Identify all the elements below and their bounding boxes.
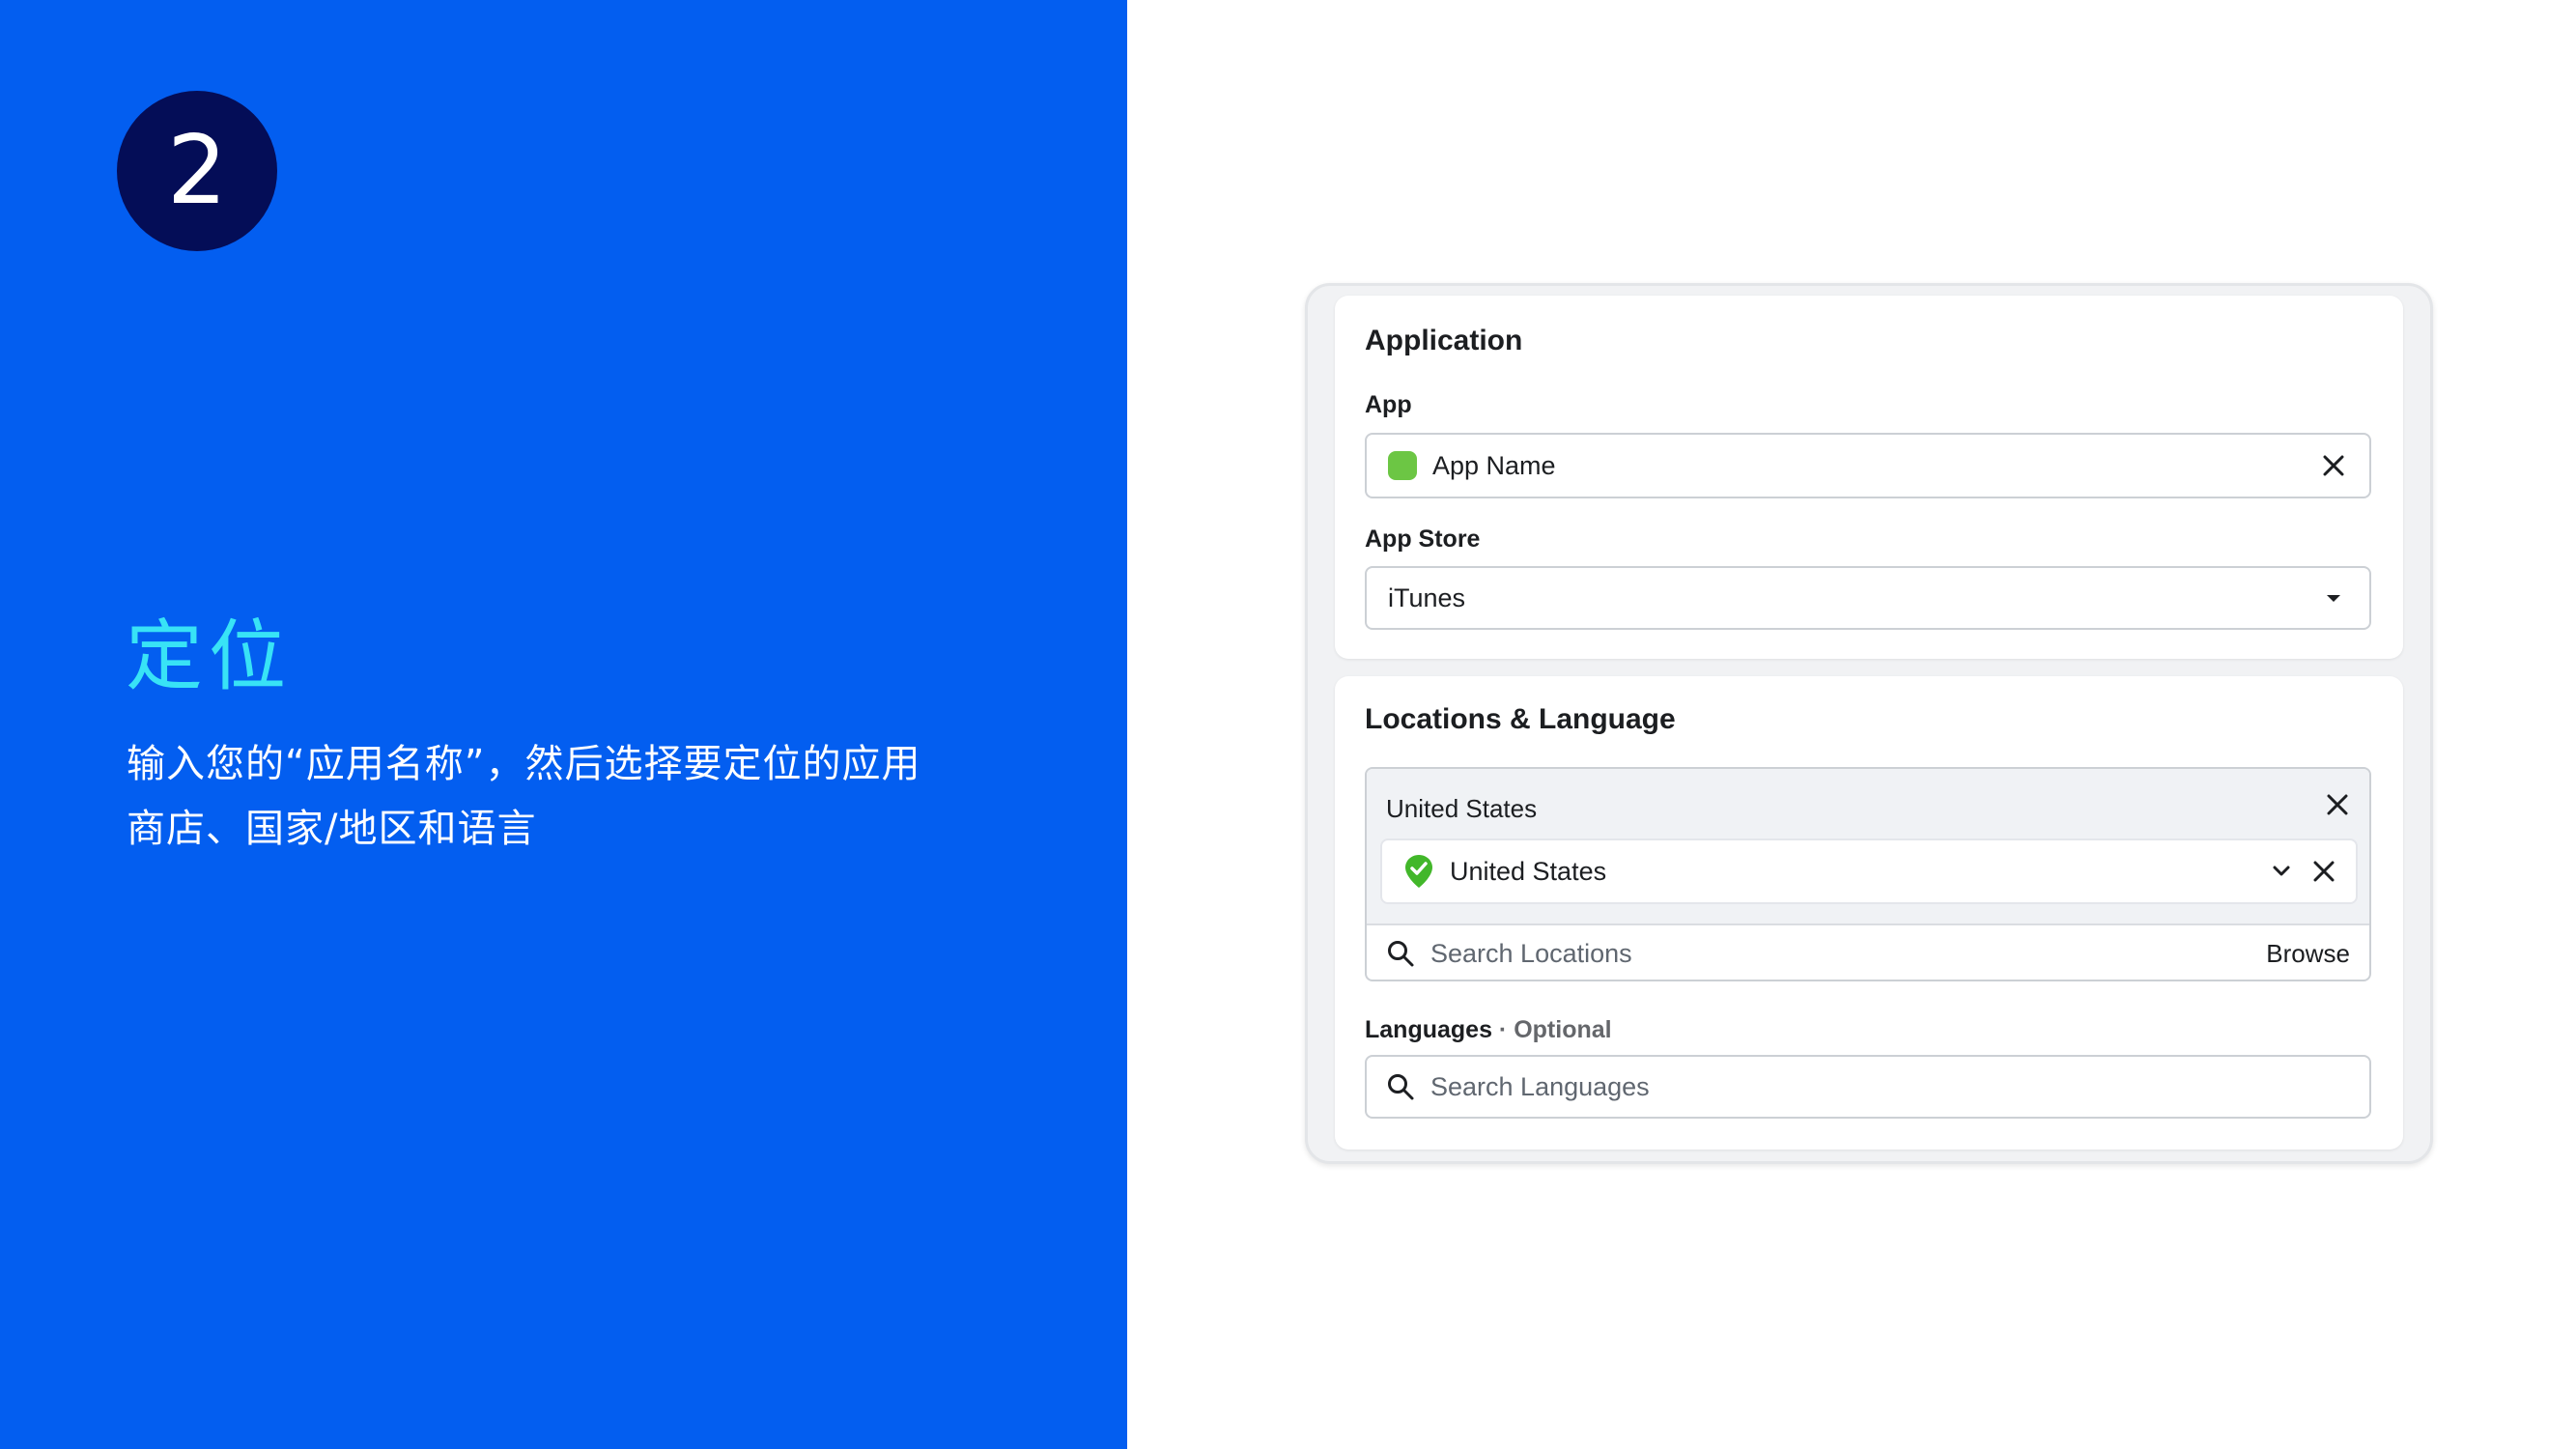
application-heading: Application	[1365, 325, 1523, 356]
location-group: United States United States Search Locat…	[1365, 767, 2371, 981]
app-store-select[interactable]: iTunes	[1365, 566, 2371, 630]
selected-location-name: United States	[1450, 856, 1607, 886]
step-number: 2	[166, 116, 228, 226]
close-icon[interactable]	[2309, 857, 2338, 886]
locations-language-card: Locations & Language United States Unite…	[1335, 676, 2403, 1150]
location-shield-icon	[1403, 854, 1434, 889]
app-icon	[1388, 451, 1417, 480]
chevron-down-icon[interactable]	[2267, 857, 2296, 886]
search-locations-placeholder: Search Locations	[1430, 938, 1632, 968]
browse-button[interactable]: Browse	[2266, 939, 2350, 969]
location-group-header: United States United States	[1367, 769, 2369, 923]
step-badge: 2	[117, 91, 277, 251]
app-input[interactable]: App Name	[1365, 433, 2371, 498]
app-store-label: App Store	[1365, 526, 1481, 553]
slide: 2 定位 输入您的“应用名称”，然后选择要定位的应用商店、国家/地区和语言 Ap…	[0, 0, 2576, 1449]
close-icon[interactable]	[2323, 790, 2352, 819]
languages-optional-text: · Optional	[1491, 1016, 1612, 1043]
languages-label-text: Languages	[1365, 1016, 1492, 1043]
search-icon	[1386, 1072, 1415, 1101]
locations-heading: Locations & Language	[1365, 703, 1676, 735]
search-icon	[1386, 939, 1415, 968]
caret-down-icon[interactable]	[2319, 583, 2348, 612]
close-icon[interactable]	[2319, 451, 2348, 480]
app-label: App	[1365, 391, 1412, 418]
selected-location-chip[interactable]: United States	[1380, 838, 2358, 904]
app-store-value: iTunes	[1388, 582, 1466, 612]
section-description: 输入您的“应用名称”，然后选择要定位的应用商店、国家/地区和语言	[127, 742, 921, 851]
application-card: Application App App Name App Store iTune…	[1335, 296, 2403, 659]
app-name-value: App Name	[1432, 450, 1556, 480]
location-group-title: United States	[1386, 794, 1538, 823]
search-languages-placeholder: Search Languages	[1430, 1071, 1650, 1101]
search-languages-input[interactable]: Search Languages	[1365, 1055, 2371, 1119]
search-locations-input[interactable]: Search Locations Browse	[1367, 923, 2369, 980]
languages-label: Languages · Optional	[1365, 1016, 1612, 1044]
section-title: 定位	[126, 611, 292, 701]
left-panel: 2 定位 输入您的“应用名称”，然后选择要定位的应用商店、国家/地区和语言	[0, 0, 1127, 1449]
